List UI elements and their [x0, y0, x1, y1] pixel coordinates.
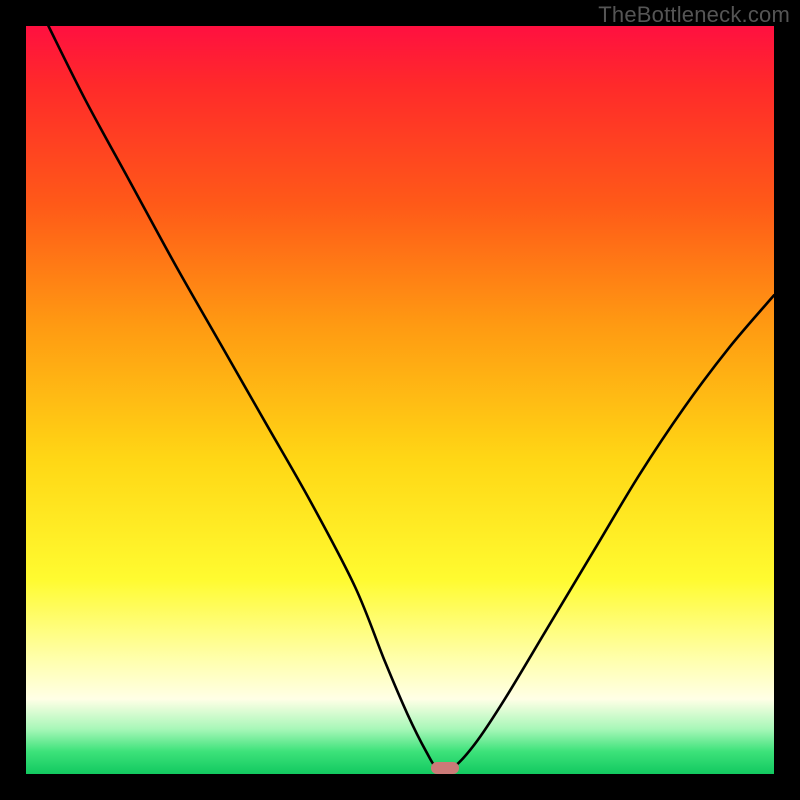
curve-svg: [26, 26, 774, 774]
optimal-marker: [431, 762, 459, 774]
plot-area: [26, 26, 774, 774]
watermark-text: TheBottleneck.com: [598, 2, 790, 28]
bottleneck-curve: [48, 26, 774, 771]
chart-frame: TheBottleneck.com: [0, 0, 800, 800]
